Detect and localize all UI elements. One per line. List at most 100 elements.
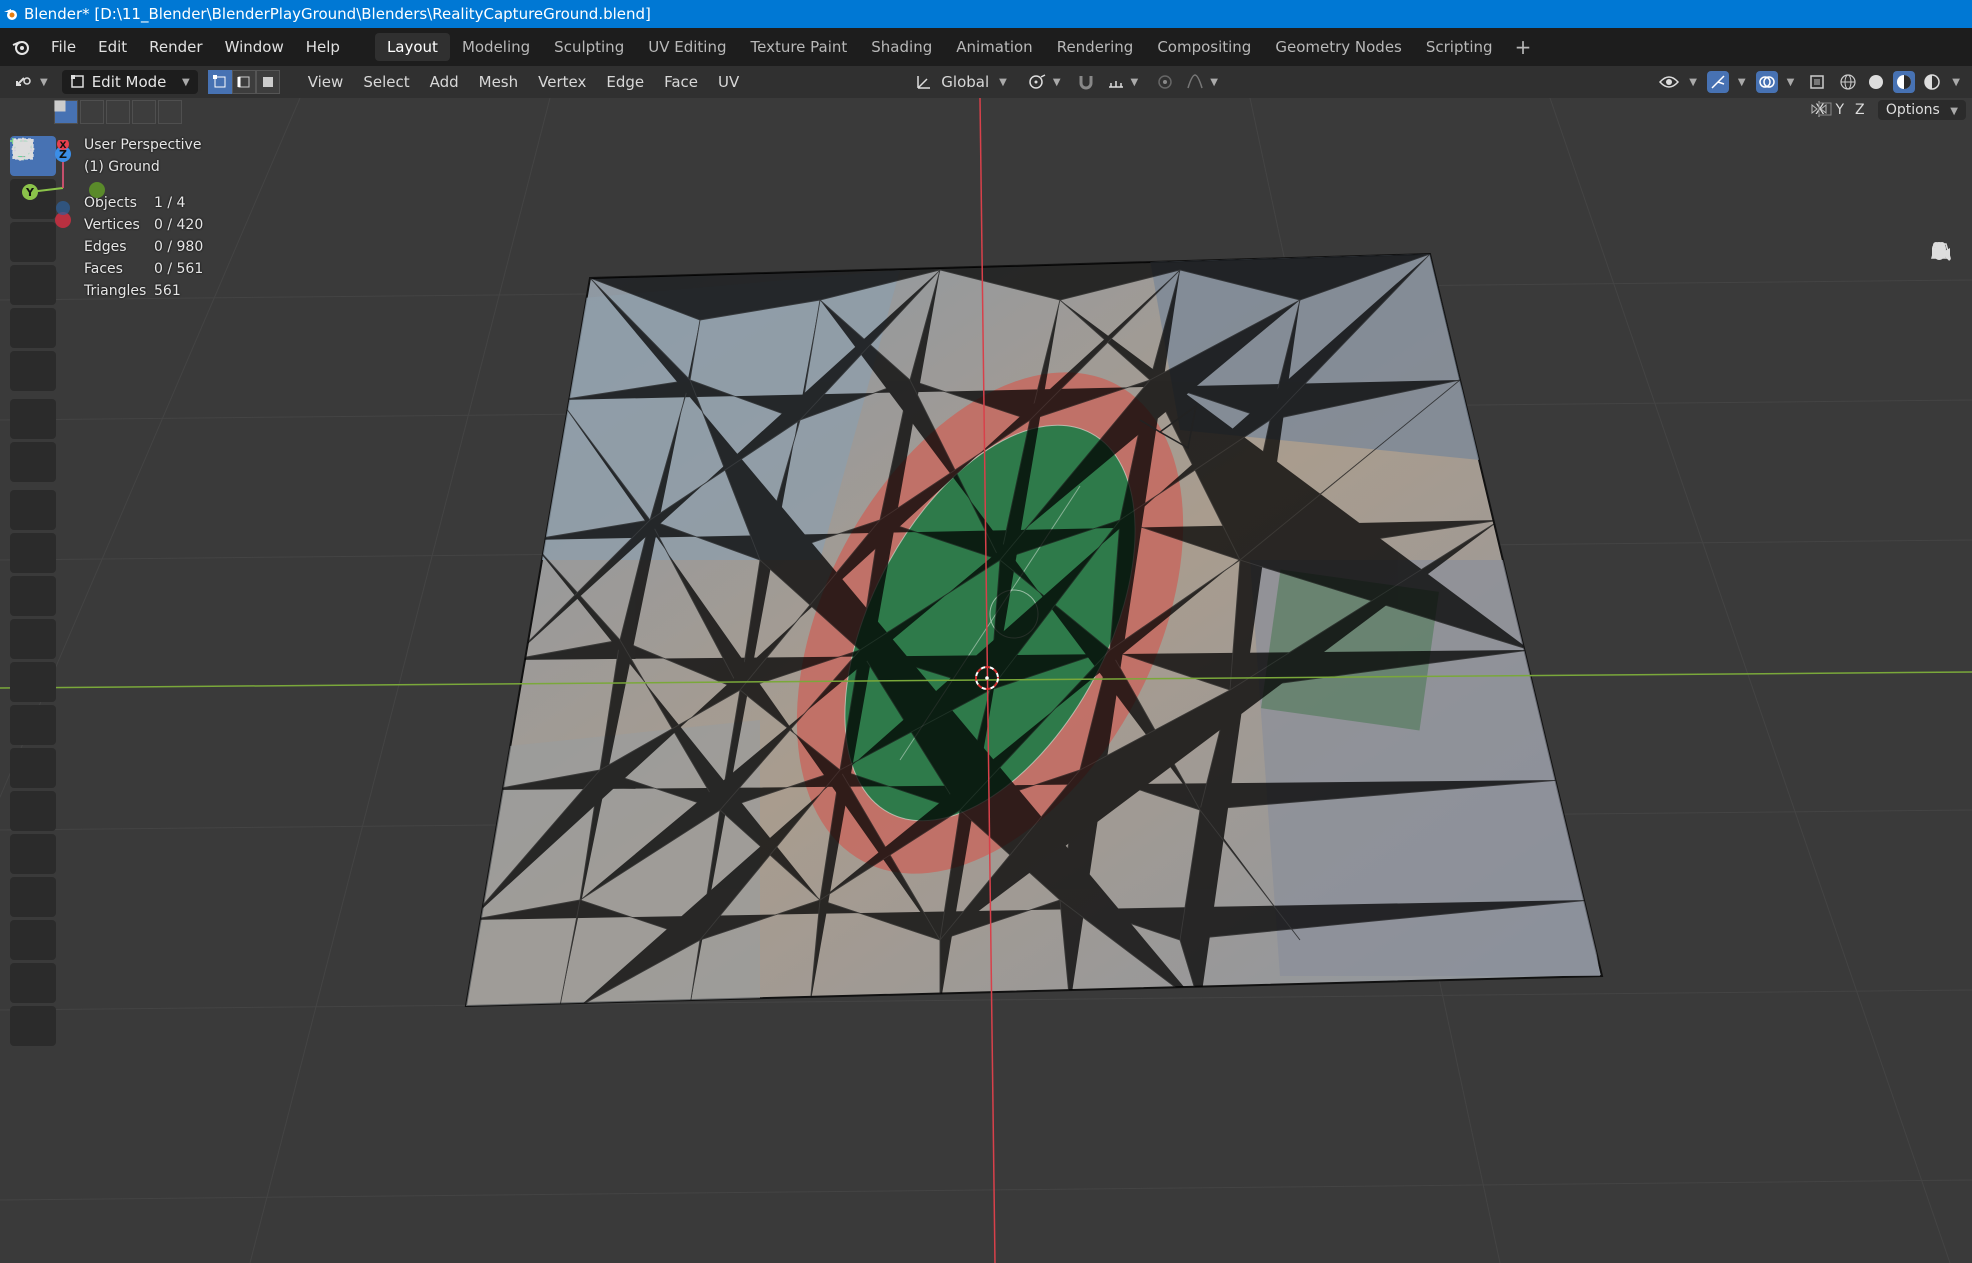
smooth-tool[interactable]: [10, 143, 56, 874]
stat-row: Triangles 561: [84, 280, 203, 302]
chevron-down-icon[interactable]: ▼: [1952, 77, 1960, 88]
menu-select[interactable]: Select: [353, 73, 419, 91]
gizmo-toggle-icon[interactable]: [1706, 71, 1729, 93]
proportional-edit-toggle[interactable]: [1150, 70, 1180, 94]
menu-render[interactable]: Render: [138, 28, 213, 66]
tab-shading[interactable]: Shading: [859, 33, 944, 61]
material-shading-icon[interactable]: [1893, 71, 1916, 93]
tab-modeling[interactable]: Modeling: [450, 33, 542, 61]
chevron-down-icon[interactable]: ▼: [1689, 77, 1697, 88]
select-extend-icon[interactable]: [55, 100, 104, 124]
perspective-ortho-icon[interactable]: [1930, 243, 1962, 386]
mirror-options: X Y Z Options ▼: [1810, 100, 1966, 120]
wireframe-shading-icon[interactable]: [1837, 71, 1859, 93]
tab-sculpting[interactable]: Sculpting: [542, 33, 636, 61]
shear-tool[interactable]: [10, 142, 56, 1003]
chevron-down-icon: ▼: [40, 76, 48, 88]
select-subtract-icon[interactable]: [55, 100, 130, 124]
pan-hand-icon[interactable]: [1930, 242, 1962, 310]
snap-increment-icon: [1108, 81, 1123, 88]
gizmo-neg-z-axis[interactable]: [56, 201, 70, 215]
viewport-right-controls: ▼ ▼ ▼ ▼: [1655, 66, 1972, 98]
gizmo-neg-y-axis[interactable]: [89, 182, 105, 198]
knife-tool[interactable]: [10, 139, 56, 745]
bevel-tool[interactable]: [10, 143, 56, 659]
chevron-down-icon: ▼: [1052, 76, 1061, 88]
loop-cut-tool[interactable]: [10, 140, 56, 702]
tab-compositing[interactable]: Compositing: [1145, 33, 1263, 61]
blender-menu-icon[interactable]: [10, 36, 32, 58]
shrink-fatten-tool[interactable]: [10, 138, 56, 960]
menu-help[interactable]: Help: [295, 28, 351, 66]
topology-mirror-icon[interactable]: [1816, 100, 1834, 118]
rendered-shading-icon[interactable]: [1921, 71, 1943, 93]
overlays-toggle-icon[interactable]: [1755, 71, 1778, 93]
pivot-point-button[interactable]: ▼: [1021, 70, 1067, 94]
3d-viewport[interactable]: X Y Z Options ▼ User Perspective (1) Gro…: [0, 98, 1972, 1263]
rip-region-tool[interactable]: [10, 139, 56, 1046]
edge-slide-tool[interactable]: [10, 141, 56, 917]
camera-view-icon[interactable]: [1930, 242, 1962, 348]
tab-texture-paint[interactable]: Texture Paint: [738, 33, 859, 61]
orientation-icon: [917, 76, 931, 89]
menu-view[interactable]: View: [298, 73, 354, 91]
chevron-down-icon[interactable]: ▼: [1787, 77, 1795, 88]
menu-file[interactable]: File: [40, 28, 87, 66]
chevron-down-icon: ▼: [182, 76, 190, 88]
rotate-tool[interactable]: [10, 140, 56, 305]
extrude-tool[interactable]: [10, 144, 56, 573]
xray-toggle-icon[interactable]: [1806, 71, 1828, 93]
inset-tool[interactable]: [10, 139, 56, 616]
menu-edge[interactable]: Edge: [596, 73, 654, 91]
viewport-canvas[interactable]: [0, 98, 1972, 1263]
tab-geometry-nodes[interactable]: Geometry Nodes: [1263, 33, 1414, 61]
tab-rendering[interactable]: Rendering: [1045, 33, 1146, 61]
select-invert-icon[interactable]: [55, 100, 156, 124]
add-cube-tool[interactable]: [10, 138, 56, 530]
menu-window[interactable]: Window: [214, 28, 295, 66]
window-title-bar: Blender* [D:\11_Blender\BlenderPlayGroun…: [0, 0, 1972, 28]
mode-dropdown[interactable]: Edit Mode ▼: [61, 70, 198, 94]
tab-scripting[interactable]: Scripting: [1414, 33, 1505, 61]
edge-select-icon[interactable]: [231, 70, 256, 94]
menu-mesh[interactable]: Mesh: [469, 73, 529, 91]
mirror-z-toggle[interactable]: Z: [1850, 102, 1870, 118]
poly-build-tool[interactable]: [10, 140, 56, 788]
transform-orientation-dropdown[interactable]: Global ▼: [909, 70, 1013, 94]
face-select-icon[interactable]: [255, 70, 280, 94]
falloff-icon: [1187, 74, 1203, 89]
scale-tool[interactable]: [10, 139, 56, 348]
select-intersect-icon[interactable]: [54, 100, 182, 124]
gizmo-x-label: X: [60, 141, 67, 151]
stat-value: 561: [154, 283, 181, 299]
magnet-icon: [1079, 76, 1093, 90]
tab-layout[interactable]: Layout: [374, 33, 450, 61]
blender-logo-icon: [0, 0, 22, 28]
window-title: Blender* [D:\11_Blender\BlenderPlayGroun…: [24, 5, 651, 23]
tab-uv-editing[interactable]: UV Editing: [636, 33, 738, 61]
menu-uv[interactable]: UV: [708, 73, 749, 91]
snap-toggle[interactable]: [1071, 70, 1101, 94]
workspace-tabs: Layout Modeling Sculpting UV Editing Tex…: [374, 28, 1542, 66]
menu-edit[interactable]: Edit: [87, 28, 138, 66]
falloff-dropdown[interactable]: ▼: [1180, 70, 1224, 94]
measure-tool[interactable]: [10, 140, 56, 482]
tab-animation[interactable]: Animation: [944, 33, 1044, 61]
add-workspace-button[interactable]: +: [1505, 33, 1542, 61]
vertex-select-icon[interactable]: [207, 70, 232, 94]
navigation-gizmo[interactable]: Z X Y: [0, 140, 120, 240]
select-box-modes: [54, 100, 184, 124]
spin-tool[interactable]: [10, 140, 56, 831]
visibility-icon[interactable]: [1658, 71, 1680, 93]
snap-target-dropdown[interactable]: ▼: [1101, 70, 1145, 94]
editor-type-icon: [16, 77, 31, 86]
menu-face[interactable]: Face: [654, 73, 708, 91]
menu-add[interactable]: Add: [420, 73, 469, 91]
transform-tool[interactable]: [10, 139, 56, 391]
solid-shading-icon[interactable]: [1865, 71, 1887, 93]
options-dropdown[interactable]: Options ▼: [1877, 100, 1966, 120]
chevron-down-icon[interactable]: ▼: [1738, 77, 1746, 88]
menu-vertex[interactable]: Vertex: [528, 73, 596, 91]
annotate-tool[interactable]: [10, 140, 56, 439]
editor-type-button[interactable]: ▼: [8, 70, 54, 94]
